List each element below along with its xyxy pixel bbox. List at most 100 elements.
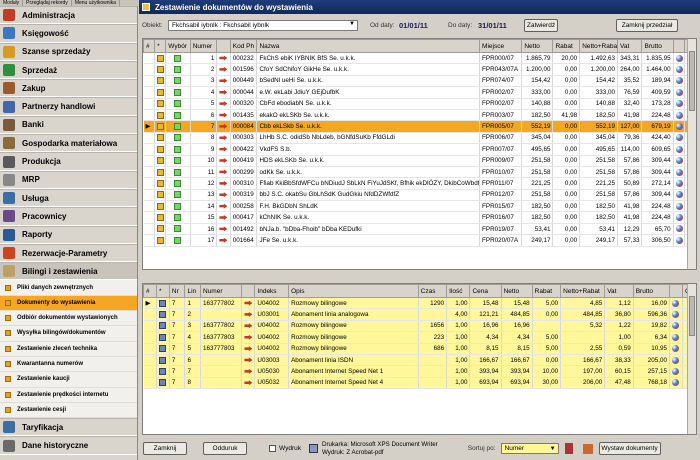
nav-item[interactable]: Partnerzy handlowi bbox=[0, 97, 137, 116]
column-header[interactable]: Czas bbox=[417, 284, 448, 298]
nav-subitem[interactable]: Zestawienie kaucji bbox=[0, 372, 137, 388]
select-checkbox[interactable] bbox=[174, 225, 182, 233]
select-cell[interactable] bbox=[165, 63, 191, 76]
select-checkbox[interactable] bbox=[174, 88, 182, 96]
position-row[interactable]: ▶ 7 1 163777802 U04002 Rozmowy bilingowe 1290 1… bbox=[143, 297, 696, 310]
odduruk-button[interactable]: Odduruk bbox=[203, 442, 247, 455]
document-row[interactable]: 16 001492 bNJa.b. "bDba-Fhoib" bDba KEDufk… bbox=[143, 223, 696, 236]
select-cell[interactable] bbox=[165, 211, 191, 224]
select-cell[interactable] bbox=[165, 143, 191, 156]
nav-item[interactable]: Sprzedaż bbox=[0, 60, 137, 80]
select-cell[interactable] bbox=[165, 223, 191, 236]
column-header[interactable] bbox=[241, 284, 256, 298]
column-header[interactable] bbox=[668, 284, 683, 298]
select-checkbox[interactable] bbox=[174, 145, 182, 153]
column-header[interactable]: Netto bbox=[521, 39, 554, 53]
document-row[interactable]: 10 000419 HDS ekLSKb Se. u.k.k. FPR009/07 25… bbox=[143, 155, 696, 167]
documents-scroll-thumb[interactable] bbox=[689, 51, 695, 111]
column-header[interactable] bbox=[672, 39, 685, 53]
select-cell[interactable] bbox=[165, 86, 191, 99]
document-row[interactable]: 3 000449 bSedNl ueHi Se. u.k.k. FPR074/07 15… bbox=[143, 75, 696, 88]
select-checkbox[interactable] bbox=[174, 157, 182, 165]
do-daty-input[interactable]: 31/01/11 bbox=[475, 20, 519, 31]
column-header[interactable]: Vat bbox=[617, 39, 643, 53]
column-header[interactable]: Brutto bbox=[632, 284, 670, 298]
select-checkbox[interactable] bbox=[174, 214, 182, 222]
position-row[interactable]: 7 5 163777803 U04002 Rozmowy bilingowe 686 1,0… bbox=[143, 343, 696, 355]
nav-item[interactable]: Pracownicy bbox=[0, 207, 137, 226]
document-row[interactable]: 12 000310 Ffiab KkiBbSfdWFCu bNDiudJ SbLkN… bbox=[143, 177, 696, 190]
select-checkbox[interactable] bbox=[174, 54, 182, 62]
nav-item[interactable]: Usługa bbox=[0, 188, 137, 208]
wydruk-checkbox[interactable] bbox=[269, 445, 276, 452]
column-header[interactable]: Netto bbox=[500, 284, 533, 298]
sort-order-icon[interactable] bbox=[564, 443, 573, 454]
chevron-down-icon[interactable]: ▼ bbox=[349, 21, 355, 27]
column-header[interactable]: Ilość bbox=[446, 284, 471, 298]
nav-item[interactable]: MRP bbox=[0, 170, 137, 189]
positions-scroll-thumb[interactable] bbox=[689, 296, 695, 336]
nav-subitem[interactable]: Dokumenty do wystawienia bbox=[0, 295, 137, 312]
column-header[interactable]: Cena bbox=[469, 284, 502, 298]
sortuj-select[interactable]: Numer ▼ bbox=[500, 443, 559, 454]
select-cell[interactable] bbox=[165, 132, 191, 145]
document-row[interactable]: 5 000320 CbFd ebodiabN Se. u.k.k. FPR002/07… bbox=[143, 98, 696, 110]
document-row[interactable]: 11 000299 odKk Se. u.k.k. FPR010/07 251,58 0,… bbox=[143, 166, 696, 179]
nav-item[interactable]: Administracja bbox=[0, 6, 137, 25]
nav-item[interactable]: Gospodarka materiałowa bbox=[0, 134, 137, 153]
position-row[interactable]: 7 6 U03003 Abonament linia ISDN 1,00 166,67 16… bbox=[143, 354, 696, 367]
select-checkbox[interactable] bbox=[174, 66, 182, 73]
column-header[interactable]: Netto+Rabat bbox=[579, 39, 619, 53]
column-header[interactable]: # bbox=[143, 284, 157, 298]
nav-subitem[interactable]: Zestawienie cesji bbox=[0, 402, 137, 419]
nav-subitem[interactable]: Zestawienie prędkości internetu bbox=[0, 387, 137, 403]
nav-subitem[interactable]: Zestawienie zleceń technika bbox=[0, 341, 137, 357]
nav-item[interactable]: Rezerwacje-Parametry bbox=[0, 243, 137, 263]
column-header[interactable] bbox=[216, 39, 231, 53]
select-checkbox[interactable] bbox=[174, 77, 182, 85]
zamknij-button[interactable]: Zamknij bbox=[143, 442, 187, 455]
column-header[interactable]: Opis bbox=[288, 284, 419, 298]
document-row[interactable]: 8 000303 LhHb S.C. odidSb NbLdeb, bGNfdSuK… bbox=[143, 132, 696, 145]
nav-subitem[interactable]: Wysyłka bilingów/dokumentów bbox=[0, 326, 137, 342]
document-row[interactable]: 6 001435 ekakO ekLSKb Se. u.k.k. FPR003/07 1… bbox=[143, 109, 696, 122]
select-cell[interactable] bbox=[165, 98, 191, 110]
nav-item[interactable]: Księgowość bbox=[0, 24, 137, 43]
nav-item[interactable]: Taryfikacja bbox=[0, 418, 137, 437]
column-header[interactable]: Rabat bbox=[552, 39, 581, 53]
position-row[interactable]: 7 2 U03001 Abonament linia analogowa 4,00 121… bbox=[143, 308, 696, 321]
position-row[interactable]: 7 4 163777803 U04002 Rozmowy bilingowe 223 1,0… bbox=[143, 331, 696, 344]
position-row[interactable]: 7 7 U05030 Abonament Internet Speed Net 1 1,… bbox=[143, 365, 696, 378]
select-cell[interactable] bbox=[165, 234, 191, 247]
select-cell[interactable] bbox=[165, 120, 191, 133]
select-checkbox[interactable] bbox=[174, 191, 182, 199]
document-row[interactable]: 17 001664 JFe Se. u.k.k. FPR020/07A 249,17 0,… bbox=[143, 234, 696, 247]
select-cell[interactable] bbox=[165, 189, 191, 202]
column-header[interactable]: Netto+Rabat bbox=[560, 284, 606, 298]
select-cell[interactable] bbox=[165, 200, 191, 213]
select-checkbox[interactable] bbox=[174, 134, 182, 142]
document-row[interactable]: 13 000319 bbJ S.C. okabSu GbLhSdK GudGkiu … bbox=[143, 189, 696, 202]
column-header[interactable]: * bbox=[155, 284, 170, 298]
document-row[interactable]: ▶ 7 000084 Cbb ekLSkb Se. u.k.k. FPR005/07 55… bbox=[143, 120, 696, 133]
nav-item[interactable]: Szanse sprzedaży bbox=[0, 42, 137, 61]
column-header[interactable]: Wybór bbox=[165, 39, 191, 53]
select-checkbox[interactable] bbox=[174, 111, 182, 119]
wystaw-dokumenty-button[interactable]: Wystaw dokumenty bbox=[598, 442, 661, 455]
column-header[interactable]: Nr bbox=[168, 284, 186, 298]
column-header[interactable]: Brutto bbox=[641, 39, 674, 53]
position-row[interactable]: 7 8 U05032 Abonament Internet Speed Net 4 1,… bbox=[143, 377, 696, 390]
nav-item[interactable]: Produkcja bbox=[0, 152, 137, 171]
nav-item[interactable]: Dane historyczne bbox=[0, 436, 137, 455]
select-checkbox[interactable] bbox=[174, 168, 182, 176]
column-header[interactable]: # bbox=[143, 39, 156, 53]
nav-item[interactable]: Banki bbox=[0, 115, 137, 135]
select-cell[interactable] bbox=[165, 155, 191, 167]
column-header[interactable]: Rabat bbox=[531, 284, 562, 298]
chevron-down-icon[interactable]: ▼ bbox=[550, 446, 556, 452]
select-checkbox[interactable] bbox=[174, 202, 182, 210]
document-row[interactable]: 15 000417 kChNIK Se. u.k.k. FPR016/07 182,50… bbox=[143, 211, 696, 224]
select-cell[interactable] bbox=[165, 166, 191, 179]
nav-subitem[interactable]: Pliki danych zewnętrznych bbox=[0, 280, 137, 296]
column-header[interactable]: * bbox=[154, 39, 167, 53]
